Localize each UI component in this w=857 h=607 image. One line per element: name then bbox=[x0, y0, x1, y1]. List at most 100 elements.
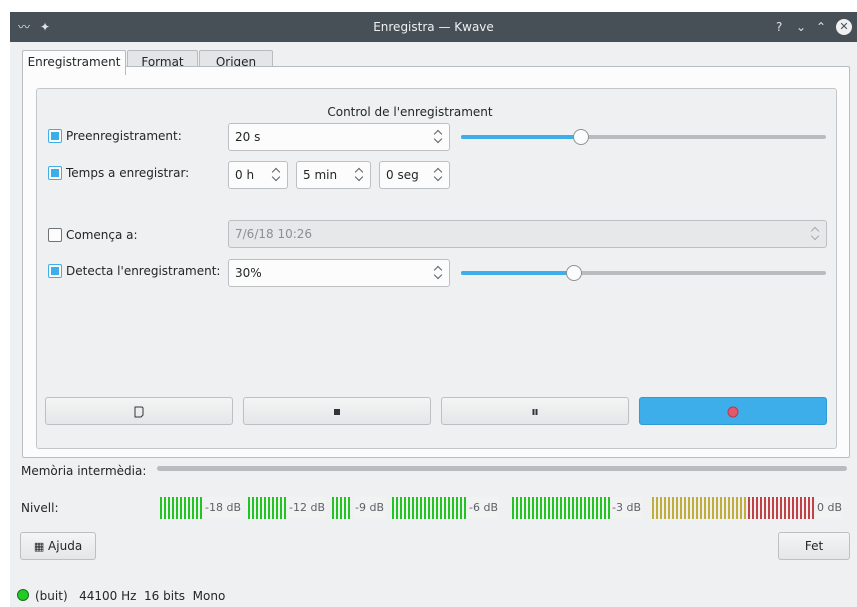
db-label: -9 dB bbox=[354, 497, 385, 519]
slider-handle[interactable] bbox=[566, 265, 583, 281]
level-meter-segment bbox=[420, 497, 422, 519]
record-time-label: Temps a enregistrar: bbox=[66, 166, 190, 180]
hours-spinbox[interactable]: 0 h bbox=[228, 161, 288, 189]
level-meter-segment bbox=[804, 497, 806, 519]
level-meter-segment bbox=[772, 497, 774, 519]
level-meter-segment bbox=[664, 497, 666, 519]
level-meter-segment bbox=[700, 497, 702, 519]
seconds-spinbox[interactable]: 0 seg bbox=[379, 161, 450, 189]
level-meter-segment bbox=[760, 497, 762, 519]
spin-arrows-icon[interactable] bbox=[435, 265, 443, 281]
level-meter-segment bbox=[436, 497, 438, 519]
slider-handle[interactable] bbox=[573, 129, 590, 145]
seconds-value: 0 seg bbox=[386, 168, 419, 182]
level-meter-segment bbox=[608, 497, 610, 519]
done-button[interactable]: Fet bbox=[778, 532, 850, 560]
prerecord-value: 20 s bbox=[235, 130, 261, 144]
level-meter-segment bbox=[160, 497, 162, 519]
level-meter-segment bbox=[284, 497, 286, 519]
level-meter-segment bbox=[568, 497, 570, 519]
trigger-spinbox[interactable]: 30% bbox=[228, 259, 450, 287]
level-meter-segment bbox=[696, 497, 698, 519]
level-meter-segment bbox=[168, 497, 170, 519]
pause-button[interactable] bbox=[441, 397, 629, 425]
close-icon[interactable]: ✕ bbox=[836, 19, 852, 35]
window-title: Enregistra — Kwave bbox=[373, 20, 494, 34]
spin-arrows-icon[interactable] bbox=[273, 167, 281, 183]
level-meter-segment bbox=[788, 497, 790, 519]
minutes-spinbox[interactable]: 5 min bbox=[296, 161, 371, 189]
level-meter-segment bbox=[440, 497, 442, 519]
help-button[interactable]: ▦ Ajuda bbox=[20, 532, 96, 560]
level-meter-segment bbox=[812, 497, 814, 519]
level-meter-segment bbox=[456, 497, 458, 519]
prerecord-spinbox[interactable]: 20 s bbox=[228, 123, 450, 151]
level-meter-segment bbox=[176, 497, 178, 519]
maximize-icon[interactable]: ⌃ bbox=[816, 12, 826, 42]
start-at-checkbox[interactable] bbox=[48, 228, 62, 242]
minimize-icon[interactable]: ⌄ bbox=[796, 12, 806, 42]
level-meter-segment bbox=[560, 497, 562, 519]
level-meter-segment bbox=[444, 497, 446, 519]
spin-arrows-icon[interactable] bbox=[435, 167, 443, 183]
tab-enregistrament[interactable]: Enregistrament bbox=[22, 50, 126, 75]
level-meter-segment bbox=[460, 497, 462, 519]
spin-arrows-icon[interactable] bbox=[812, 226, 820, 242]
spin-arrows-icon[interactable] bbox=[356, 167, 364, 183]
level-meter-segment bbox=[748, 497, 750, 519]
level-meter-segment bbox=[404, 497, 406, 519]
stop-button[interactable] bbox=[243, 397, 431, 425]
level-meter-segment bbox=[764, 497, 766, 519]
stop-icon bbox=[334, 408, 340, 415]
level-meter-segment bbox=[528, 497, 530, 519]
level-meter-segment bbox=[712, 497, 714, 519]
level-meter-segment bbox=[280, 497, 282, 519]
trigger-slider[interactable] bbox=[461, 265, 826, 281]
level-meter-segment bbox=[564, 497, 566, 519]
slider-fill bbox=[461, 135, 582, 139]
level-meter-segment bbox=[408, 497, 410, 519]
prerecord-checkbox[interactable] bbox=[48, 129, 62, 143]
level-meter-segment bbox=[680, 497, 682, 519]
start-at-datetime[interactable]: 7/6/18 10:26 bbox=[228, 220, 827, 248]
spin-arrows-icon[interactable] bbox=[435, 129, 443, 145]
level-meter-segment bbox=[676, 497, 678, 519]
prerecord-slider[interactable] bbox=[461, 129, 826, 145]
status-led-icon bbox=[17, 589, 29, 601]
record-time-checkbox[interactable] bbox=[48, 166, 62, 180]
status-bits: 16 bits bbox=[144, 589, 186, 603]
new-button[interactable] bbox=[45, 397, 233, 425]
level-meter-segment bbox=[792, 497, 794, 519]
level-meter-segment bbox=[192, 497, 194, 519]
buffer-label: Memòria intermèdia: bbox=[21, 464, 147, 478]
level-meter-segment bbox=[688, 497, 690, 519]
level-meter-segment bbox=[524, 497, 526, 519]
level-meter-segment bbox=[592, 497, 594, 519]
trigger-checkbox[interactable] bbox=[48, 264, 62, 278]
kwave-record-dialog: 〰 ✦ Enregistra — Kwave ? ⌄ ⌃ ✕ Enregistr… bbox=[10, 12, 857, 607]
level-meter-segment bbox=[740, 497, 742, 519]
db-label: -12 dB bbox=[288, 497, 326, 519]
help-icon[interactable]: ? bbox=[776, 12, 782, 42]
start-at-value: 7/6/18 10:26 bbox=[235, 227, 313, 241]
level-meter-segment bbox=[200, 497, 202, 519]
help-button-label: Ajuda bbox=[48, 539, 83, 553]
level-meter-segment bbox=[716, 497, 718, 519]
level-meter-segment bbox=[424, 497, 426, 519]
level-meter-segment bbox=[252, 497, 254, 519]
level-meter-segment bbox=[548, 497, 550, 519]
level-meter-segment bbox=[732, 497, 734, 519]
level-meter-segment bbox=[452, 497, 454, 519]
level-meter-segment bbox=[540, 497, 542, 519]
level-meter-segment bbox=[172, 497, 174, 519]
level-meter-segment bbox=[584, 497, 586, 519]
record-button[interactable] bbox=[639, 397, 827, 425]
title-bar[interactable]: 〰 ✦ Enregistra — Kwave ? ⌄ ⌃ ✕ bbox=[10, 12, 857, 42]
level-meter-segment bbox=[780, 497, 782, 519]
level-meter-segment bbox=[776, 497, 778, 519]
level-meter-segment bbox=[260, 497, 262, 519]
level-meter-segment bbox=[588, 497, 590, 519]
level-meter-segment bbox=[656, 497, 658, 519]
level-meter-segment bbox=[268, 497, 270, 519]
level-meter-segment bbox=[576, 497, 578, 519]
